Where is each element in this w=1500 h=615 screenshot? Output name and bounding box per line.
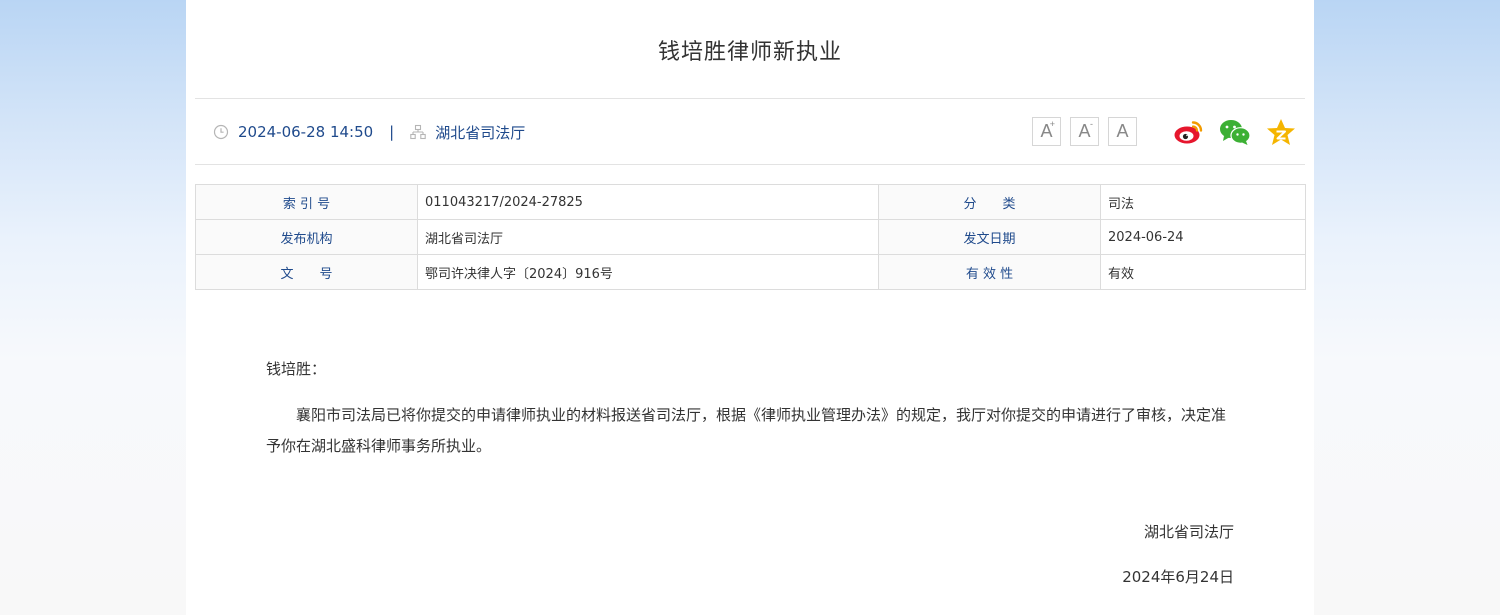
validity-label: 有 效 性 [878,254,1101,290]
article-toolbar: A + A- A [1032,116,1297,147]
qzone-icon [1267,118,1295,145]
category-label: 分 类 [878,184,1101,220]
font-increase-button[interactable]: A + [1032,117,1061,146]
article-meta: 2024-06-28 14:50 | 湖北省司法厅 [213,120,525,144]
issue-date-value: 2024-06-24 [1100,219,1306,255]
signature-organization: 湖北省司法厅 [1143,523,1234,541]
publish-datetime: 2024-06-28 14:50 [238,123,374,141]
article-container: 钱培胜律师新执业 2024-06-28 14:50 | 湖北省司法厅 A + A-… [186,0,1314,615]
share-qzone-button[interactable] [1265,116,1297,148]
publisher-label: 发布机构 [195,219,418,255]
divider [195,98,1305,99]
document-number-label: 文 号 [195,254,418,290]
issue-date-label: 发文日期 [878,219,1101,255]
wechat-icon [1220,119,1251,145]
table-row: 文 号 鄂司许决律人字〔2024〕916号 有 效 性 有效 [195,254,1306,290]
organization-icon [410,124,426,140]
validity-value: 有效 [1100,254,1306,290]
document-number-value: 鄂司许决律人字〔2024〕916号 [417,254,879,290]
index-number-value: 011043217/2024-27825 [417,184,879,220]
meta-separator: | [389,123,395,141]
article-source: 湖北省司法厅 [435,123,526,142]
share-wechat-button[interactable] [1219,116,1251,148]
document-info-table: 索 引 号 011043217/2024-27825 分 类 司法 发布机构 湖… [195,184,1306,290]
weibo-icon [1174,120,1203,143]
font-decrease-button[interactable]: A- [1070,117,1099,146]
body-paragraph: 襄阳市司法局已将你提交的申请律师执业的材料报送省司法厅，根据《律师执业管理办法》… [266,406,1227,455]
table-row: 索 引 号 011043217/2024-27825 分 类 司法 [195,184,1306,220]
table-row: 发布机构 湖北省司法厅 发文日期 2024-06-24 [195,219,1306,255]
page-title: 钱培胜律师新执业 [657,40,842,65]
greeting: 钱培胜： [266,360,327,378]
divider [195,164,1305,165]
article-body: 钱培胜： 襄阳市司法局已将你提交的申请律师执业的材料报送省司法厅，根据《律师执业… [266,354,1236,462]
index-number-label: 索 引 号 [195,184,418,220]
clock-icon [213,124,229,140]
signature-date: 2024年6月24日 [1122,568,1234,586]
font-default-button[interactable]: A [1108,117,1137,146]
share-weibo-button[interactable] [1173,116,1205,148]
category-value: 司法 [1100,184,1306,220]
publisher-value: 湖北省司法厅 [417,219,879,255]
